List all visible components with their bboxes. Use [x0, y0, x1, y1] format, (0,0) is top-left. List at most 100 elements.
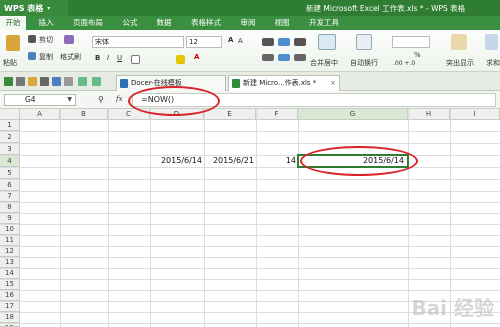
align-middle-icon[interactable]	[278, 38, 290, 46]
font-color-icon[interactable]: A	[194, 53, 199, 61]
row-header-8[interactable]: 8	[0, 202, 20, 213]
underline-icon[interactable]: U	[117, 54, 122, 62]
gridline	[0, 235, 500, 236]
name-box[interactable]: G4 ▼	[4, 94, 76, 106]
print-icon[interactable]	[40, 77, 49, 86]
grow-font-icon[interactable]: A	[228, 36, 233, 44]
cell-e4[interactable]: 2015/6/21	[206, 155, 254, 166]
title-bar: WPS 表格 ▾ 新建 Microsoft Excel 工作表.xls * - …	[0, 0, 500, 16]
wrap-text-icon[interactable]	[356, 34, 372, 50]
cell-d4[interactable]: 2015/6/14	[152, 155, 202, 166]
fill-color-icon[interactable]	[176, 55, 185, 64]
highlight-icon[interactable]	[451, 34, 467, 50]
search-icon[interactable]: ⚲	[98, 95, 104, 104]
align-center-icon[interactable]	[278, 54, 290, 61]
row-header-5[interactable]: 5	[0, 167, 20, 179]
function-icon[interactable]: fx	[116, 95, 123, 103]
shrink-font-icon[interactable]: A	[238, 37, 243, 45]
app-menu-button[interactable]: WPS 表格 ▾	[0, 0, 68, 16]
spell-check-icon[interactable]	[64, 77, 73, 86]
menu-page-layout[interactable]: 页面布局	[68, 16, 108, 30]
paste-label[interactable]: 粘贴	[3, 58, 17, 68]
align-top-icon[interactable]	[262, 38, 274, 46]
cut-icon[interactable]	[28, 35, 36, 43]
paste-icon[interactable]	[6, 35, 20, 51]
menu-table-style[interactable]: 表格样式	[186, 16, 226, 30]
row-header-7[interactable]: 7	[0, 191, 20, 202]
copy-icon[interactable]	[28, 52, 36, 60]
print-preview-icon[interactable]	[52, 77, 61, 86]
column-header-i[interactable]: I	[450, 109, 500, 120]
row-header-16[interactable]: 16	[0, 290, 20, 301]
select-all-corner[interactable]	[0, 109, 20, 120]
align-bottom-icon[interactable]	[294, 38, 306, 46]
row-header-10[interactable]: 10	[0, 224, 20, 235]
row-header-1[interactable]: 1	[0, 120, 20, 131]
merge-center-button[interactable]: 合并居中	[310, 58, 338, 68]
save-icon[interactable]	[4, 77, 13, 86]
column-header-f[interactable]: F	[256, 109, 298, 120]
row-header-6[interactable]: 6	[0, 179, 20, 191]
decimal-buttons[interactable]: .00 +.0	[393, 60, 415, 67]
column-header-g[interactable]: G	[298, 109, 408, 120]
menu-developer[interactable]: 开发工具	[304, 16, 344, 30]
app-label: WPS 表格	[4, 3, 44, 13]
spreadsheet-icon	[232, 79, 240, 88]
column-header-e[interactable]: E	[204, 109, 256, 120]
menu-view[interactable]: 视图	[270, 16, 294, 30]
cut-button[interactable]: 剪切	[39, 35, 53, 45]
gridline	[0, 323, 500, 324]
align-right-icon[interactable]	[294, 54, 306, 61]
row-header-11[interactable]: 11	[0, 235, 20, 246]
gridline	[108, 109, 109, 327]
undo-icon[interactable]	[78, 77, 87, 86]
menu-insert[interactable]: 插入	[34, 16, 58, 30]
menu-data[interactable]: 数据	[152, 16, 176, 30]
format-painter-icon[interactable]	[64, 35, 74, 44]
row-header-4[interactable]: 4	[0, 155, 20, 167]
font-size-select[interactable]: 12	[186, 36, 222, 48]
gridline	[0, 279, 500, 280]
sum-button[interactable]: 求和	[486, 58, 500, 68]
column-header-b[interactable]: B	[60, 109, 108, 120]
align-left-icon[interactable]	[262, 54, 274, 61]
wrap-text-button[interactable]: 自动换行	[350, 58, 378, 68]
border-icon[interactable]	[131, 55, 140, 64]
row-header-13[interactable]: 13	[0, 257, 20, 268]
row-header-18[interactable]: 18	[0, 312, 20, 323]
redo-icon[interactable]	[92, 77, 101, 86]
docer-icon	[120, 79, 128, 88]
highlight-button[interactable]: 突出显示	[446, 58, 474, 68]
open-folder-icon[interactable]	[28, 77, 37, 86]
sum-icon[interactable]	[485, 34, 498, 50]
row-header-2[interactable]: 2	[0, 131, 20, 143]
merge-center-icon[interactable]	[318, 34, 336, 50]
column-header-a[interactable]: A	[20, 109, 60, 120]
menu-review[interactable]: 审阅	[236, 16, 260, 30]
number-format-select[interactable]	[392, 36, 430, 48]
chevron-down-icon: ▾	[47, 4, 51, 12]
copy-button[interactable]: 复制	[39, 52, 53, 62]
menu-formulas[interactable]: 公式	[118, 16, 142, 30]
gridline	[0, 246, 500, 247]
gridline	[0, 268, 500, 269]
bold-icon[interactable]: B	[95, 54, 100, 62]
row-header-12[interactable]: 12	[0, 246, 20, 257]
chevron-down-icon[interactable]: ▼	[67, 95, 72, 105]
cell-f4[interactable]: 14	[258, 155, 296, 166]
tab-current-workbook[interactable]: 新建 Micro...作表.xls * ×	[228, 75, 340, 91]
column-header-h[interactable]: H	[408, 109, 450, 120]
window-title: 新建 Microsoft Excel 工作表.xls * - WPS 表格	[306, 4, 466, 13]
close-icon[interactable]: ×	[330, 76, 336, 91]
row-header-14[interactable]: 14	[0, 268, 20, 279]
row-header-17[interactable]: 17	[0, 301, 20, 312]
new-file-icon[interactable]	[16, 77, 25, 86]
italic-icon[interactable]: I	[107, 54, 109, 62]
row-header-3[interactable]: 3	[0, 143, 20, 155]
menu-home[interactable]: 开始	[0, 16, 26, 30]
format-painter-button[interactable]: 格式刷	[60, 52, 81, 62]
font-name-select[interactable]: 宋体	[92, 36, 184, 48]
percent-button[interactable]: %	[414, 51, 421, 59]
row-header-15[interactable]: 15	[0, 279, 20, 290]
row-header-9[interactable]: 9	[0, 213, 20, 224]
